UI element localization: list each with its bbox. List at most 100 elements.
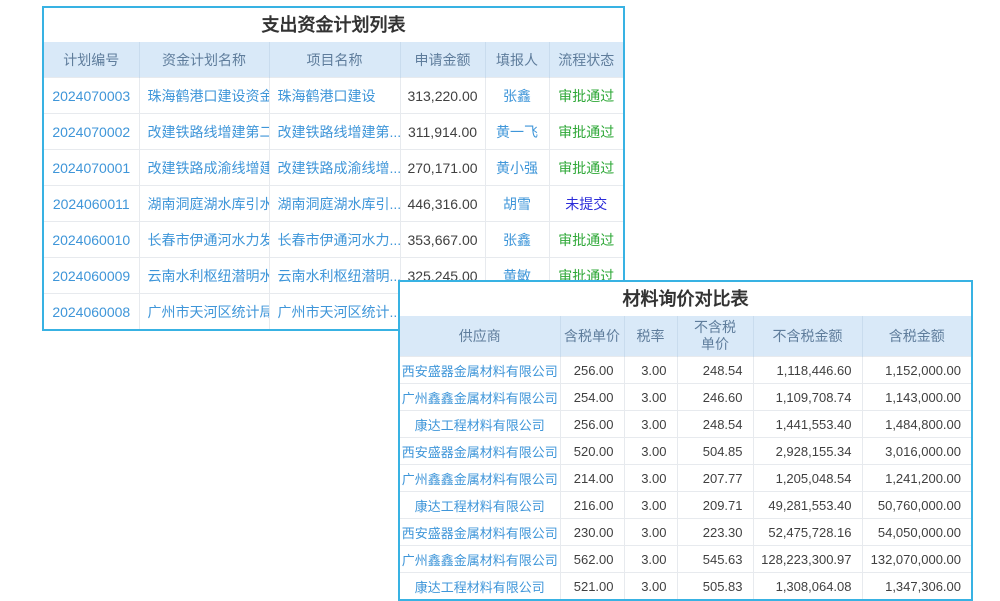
col-header-net-amount: 不含税金额 <box>753 316 862 357</box>
project-name-cell[interactable]: 云南水利枢纽潜明... <box>269 258 400 294</box>
fund-plan-name-cell[interactable]: 珠海鹤港口建设资金... <box>139 78 269 114</box>
tax-amount-cell: 1,143,000.00 <box>862 384 971 411</box>
table-row[interactable]: 2024070003 珠海鹤港口建设资金... 珠海鹤港口建设 313,220.… <box>44 78 623 114</box>
tax-rate-cell: 3.00 <box>624 357 677 384</box>
fund-plan-name-cell[interactable]: 云南水利枢纽潜明水... <box>139 258 269 294</box>
col-header-plan-id: 计划编号 <box>44 42 139 78</box>
fund-plan-name-cell[interactable]: 长春市伊通河水力发... <box>139 222 269 258</box>
net-amount-cell: 128,223,300.97 <box>753 546 862 573</box>
net-amount-cell: 2,928,155.34 <box>753 438 862 465</box>
net-amount-cell: 1,441,553.40 <box>753 411 862 438</box>
tax-rate-cell: 3.00 <box>624 384 677 411</box>
status-cell: 未提交 <box>549 186 623 222</box>
supplier-cell[interactable]: 康达工程材料有限公司 <box>400 573 560 600</box>
net-price-cell: 248.54 <box>677 411 753 438</box>
table-row[interactable]: 2024070002 改建铁路线增建第二... 改建铁路线增建第... 311,… <box>44 114 623 150</box>
status-cell: 审批通过 <box>549 114 623 150</box>
plan-id-cell[interactable]: 2024070001 <box>44 150 139 186</box>
supplier-cell[interactable]: 广州鑫鑫金属材料有限公司 <box>400 465 560 492</box>
col-header-filler: 填报人 <box>485 42 549 78</box>
col-header-project-name: 项目名称 <box>269 42 400 78</box>
col-header-amount: 申请金额 <box>400 42 485 78</box>
plan-table-title: 支出资金计划列表 <box>44 8 623 42</box>
net-amount-cell: 1,118,446.60 <box>753 357 862 384</box>
tax-amount-cell: 1,347,306.00 <box>862 573 971 600</box>
net-price-cell: 545.63 <box>677 546 753 573</box>
net-price-cell: 246.60 <box>677 384 753 411</box>
net-amount-cell: 1,205,048.54 <box>753 465 862 492</box>
tax-rate-cell: 3.00 <box>624 546 677 573</box>
supplier-cell[interactable]: 西安盛器金属材料有限公司 <box>400 519 560 546</box>
net-price-cell: 504.85 <box>677 438 753 465</box>
table-row[interactable]: 康达工程材料有限公司 256.00 3.00 248.54 1,441,553.… <box>400 411 971 438</box>
tax-rate-cell: 3.00 <box>624 573 677 600</box>
tax-amount-cell: 1,152,000.00 <box>862 357 971 384</box>
inquiry-table-title: 材料询价对比表 <box>400 282 971 316</box>
status-cell: 审批通过 <box>549 78 623 114</box>
net-amount-cell: 52,475,728.16 <box>753 519 862 546</box>
tax-rate-cell: 3.00 <box>624 465 677 492</box>
plan-id-cell[interactable]: 2024060008 <box>44 294 139 330</box>
supplier-cell[interactable]: 西安盛器金属材料有限公司 <box>400 357 560 384</box>
tax-amount-cell: 1,484,800.00 <box>862 411 971 438</box>
table-row[interactable]: 2024070001 改建铁路成渝线增建... 改建铁路成渝线增... 270,… <box>44 150 623 186</box>
filler-cell: 黄小强 <box>485 150 549 186</box>
table-row[interactable]: 西安盛器金属材料有限公司 230.00 3.00 223.30 52,475,7… <box>400 519 971 546</box>
tax-price-cell: 520.00 <box>560 438 624 465</box>
table-row[interactable]: 康达工程材料有限公司 521.00 3.00 505.83 1,308,064.… <box>400 573 971 600</box>
plan-id-cell[interactable]: 2024070002 <box>44 114 139 150</box>
table-row[interactable]: 西安盛器金属材料有限公司 256.00 3.00 248.54 1,118,44… <box>400 357 971 384</box>
fund-plan-name-cell[interactable]: 改建铁路线增建第二... <box>139 114 269 150</box>
fund-plan-name-cell[interactable]: 改建铁路成渝线增建... <box>139 150 269 186</box>
fund-plan-name-cell[interactable]: 广州市天河区统计局... <box>139 294 269 330</box>
net-price-cell: 505.83 <box>677 573 753 600</box>
net-amount-cell: 49,281,553.40 <box>753 492 862 519</box>
net-amount-cell: 1,308,064.08 <box>753 573 862 600</box>
plan-id-cell[interactable]: 2024060010 <box>44 222 139 258</box>
project-name-cell[interactable]: 长春市伊通河水力... <box>269 222 400 258</box>
status-cell: 审批通过 <box>549 150 623 186</box>
amount-cell: 446,316.00 <box>400 186 485 222</box>
amount-cell: 313,220.00 <box>400 78 485 114</box>
net-price-cell: 223.30 <box>677 519 753 546</box>
table-row[interactable]: 广州鑫鑫金属材料有限公司 254.00 3.00 246.60 1,109,70… <box>400 384 971 411</box>
table-row[interactable]: 2024060011 湖南洞庭湖水库引水... 湖南洞庭湖水库引... 446,… <box>44 186 623 222</box>
supplier-cell[interactable]: 康达工程材料有限公司 <box>400 411 560 438</box>
supplier-cell[interactable]: 西安盛器金属材料有限公司 <box>400 438 560 465</box>
table-row[interactable]: 广州鑫鑫金属材料有限公司 214.00 3.00 207.77 1,205,04… <box>400 465 971 492</box>
tax-price-cell: 254.00 <box>560 384 624 411</box>
tax-price-cell: 521.00 <box>560 573 624 600</box>
plan-id-cell[interactable]: 2024070003 <box>44 78 139 114</box>
plan-id-cell[interactable]: 2024060011 <box>44 186 139 222</box>
net-price-cell: 209.71 <box>677 492 753 519</box>
table-row[interactable]: 广州鑫鑫金属材料有限公司 562.00 3.00 545.63 128,223,… <box>400 546 971 573</box>
filler-cell: 胡雪 <box>485 186 549 222</box>
supplier-cell[interactable]: 广州鑫鑫金属材料有限公司 <box>400 384 560 411</box>
plan-id-cell[interactable]: 2024060009 <box>44 258 139 294</box>
project-name-cell[interactable]: 改建铁路成渝线增... <box>269 150 400 186</box>
tax-rate-cell: 3.00 <box>624 411 677 438</box>
col-header-supplier: 供应商 <box>400 316 560 357</box>
project-name-cell[interactable]: 湖南洞庭湖水库引... <box>269 186 400 222</box>
supplier-cell[interactable]: 康达工程材料有限公司 <box>400 492 560 519</box>
tax-price-cell: 230.00 <box>560 519 624 546</box>
col-header-tax-amount: 含税金额 <box>862 316 971 357</box>
filler-cell: 张鑫 <box>485 78 549 114</box>
tax-rate-cell: 3.00 <box>624 492 677 519</box>
col-header-fund-plan-name: 资金计划名称 <box>139 42 269 78</box>
table-row[interactable]: 西安盛器金属材料有限公司 520.00 3.00 504.85 2,928,15… <box>400 438 971 465</box>
table-row[interactable]: 康达工程材料有限公司 216.00 3.00 209.71 49,281,553… <box>400 492 971 519</box>
col-header-status: 流程状态 <box>549 42 623 78</box>
supplier-cell[interactable]: 广州鑫鑫金属材料有限公司 <box>400 546 560 573</box>
amount-cell: 353,667.00 <box>400 222 485 258</box>
project-name-cell[interactable]: 珠海鹤港口建设 <box>269 78 400 114</box>
col-header-net-price: 不含税单价 <box>677 316 753 357</box>
tax-amount-cell: 3,016,000.00 <box>862 438 971 465</box>
table-row[interactable]: 2024060010 长春市伊通河水力发... 长春市伊通河水力... 353,… <box>44 222 623 258</box>
project-name-cell[interactable]: 改建铁路线增建第... <box>269 114 400 150</box>
net-amount-cell: 1,109,708.74 <box>753 384 862 411</box>
project-name-cell[interactable]: 广州市天河区统计... <box>269 294 400 330</box>
amount-cell: 270,171.00 <box>400 150 485 186</box>
inquiry-table: 供应商 含税单价 税率 不含税单价 不含税金额 含税金额 西安盛器金属材料有限公… <box>400 316 971 599</box>
fund-plan-name-cell[interactable]: 湖南洞庭湖水库引水... <box>139 186 269 222</box>
